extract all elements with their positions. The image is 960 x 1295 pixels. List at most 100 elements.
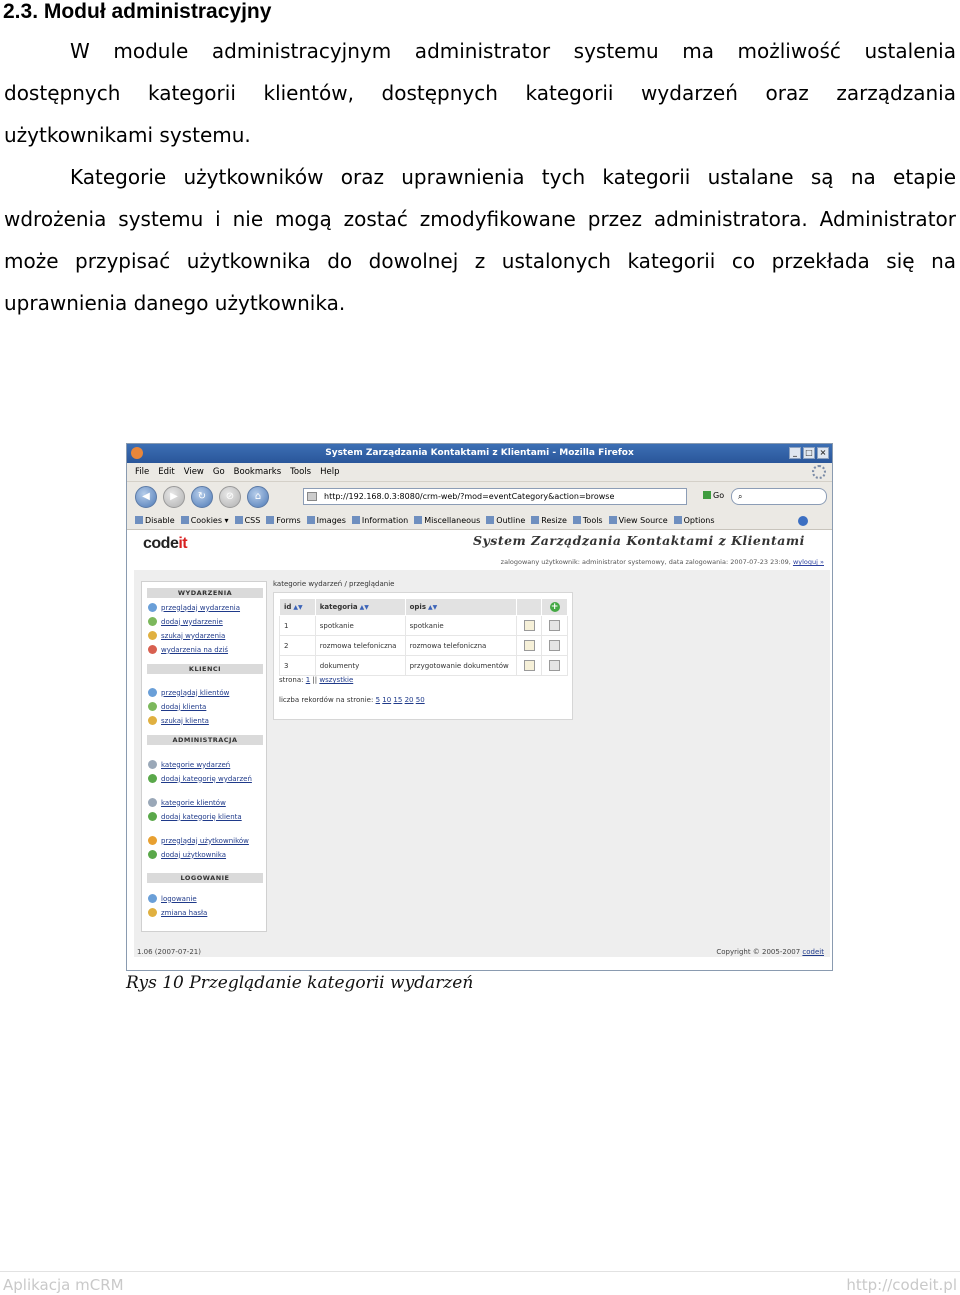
limit-option-50[interactable]: 50 (416, 696, 425, 704)
sidebar-item-przegladaj-klientow[interactable]: przeglądaj klientów (148, 688, 229, 697)
menu-tools[interactable]: Tools (290, 467, 311, 477)
devbar-tools[interactable]: Tools (572, 516, 603, 525)
footer-url: http://codeit.pl (846, 1276, 957, 1294)
key-icon (148, 908, 157, 917)
web-developer-toolbar: Disable Cookies ▾ CSS Forms Images Infor… (127, 512, 832, 530)
menu-go[interactable]: Go (213, 467, 225, 477)
figure-caption: Rys 10 Przeglądanie kategorii wydarzeń (126, 973, 474, 993)
sidebar-item-dodaj-uzytkownika[interactable]: dodaj użytkownika (148, 850, 226, 859)
login-icon (148, 894, 157, 903)
devbar-disable[interactable]: Disable (135, 516, 175, 525)
page-link-1[interactable]: 1 (306, 676, 310, 684)
users-icon (148, 836, 157, 845)
footer-app-name: Aplikacja mCRM (3, 1276, 124, 1294)
search-input[interactable]: ⌕ (731, 488, 827, 505)
codeit-logo: codeit (143, 535, 188, 552)
paragraph-admin-module: W module administracyjnym administrator … (4, 39, 956, 147)
menu-file[interactable]: File (135, 467, 149, 477)
edit-icon[interactable] (523, 640, 535, 651)
sidebar-section-administracja: ADMINISTRACJA (147, 735, 263, 745)
window-titlebar: System Zarządzania Kontaktami z Klientam… (127, 444, 832, 463)
sidebar-item-szukaj-wydarzenia[interactable]: szukaj wydarzenia (148, 631, 225, 640)
limit-option-5[interactable]: 5 (376, 696, 380, 704)
delete-icon[interactable] (549, 660, 561, 671)
devbar-css[interactable]: CSS (234, 516, 260, 525)
limit-option-10[interactable]: 10 (382, 696, 391, 704)
maximize-button[interactable]: □ (803, 447, 815, 459)
forward-button[interactable]: ▶ (163, 486, 185, 508)
delete-icon[interactable] (549, 640, 561, 651)
copyright: Copyright © 2005-2007 codeit (716, 948, 824, 956)
sidebar-item-przegladaj-wydarzenia[interactable]: przeglądaj wydarzenia (148, 603, 240, 612)
devbar-information[interactable]: Information (351, 516, 408, 525)
sidebar-item-dodaj-wydarzenie[interactable]: dodaj wydarzenie (148, 617, 223, 626)
edit-icon[interactable] (523, 620, 535, 631)
logout-link[interactable]: wyloguj » (793, 558, 824, 566)
sidebar-section-wydarzenia: WYDARZENIA (147, 588, 263, 598)
sidebar-item-kategorie-wydarzen[interactable]: kategorie wydarzeń (148, 760, 230, 769)
devbar-options[interactable]: Options (673, 516, 715, 525)
sidebar-item-szukaj-klienta[interactable]: szukaj klienta (148, 716, 209, 725)
add-category-icon (148, 774, 157, 783)
sidebar-section-logowanie: LOGOWANIE (147, 873, 263, 883)
page-link-all[interactable]: wszystkie (319, 676, 353, 684)
home-button[interactable]: ⌂ (247, 486, 269, 508)
devbar-cookies[interactable]: Cookies ▾ (180, 516, 229, 525)
codeit-link[interactable]: codeit (802, 948, 824, 956)
navigation-toolbar: ◀ ▶ ↻ ⊘ ⌂ http://192.168.0.3:8080/crm-we… (127, 482, 832, 512)
go-button[interactable]: Go (703, 491, 724, 500)
close-button[interactable]: × (817, 447, 829, 459)
menu-bookmarks[interactable]: Bookmarks (234, 467, 282, 477)
reload-button[interactable]: ↻ (191, 486, 213, 508)
add-user-icon (148, 850, 157, 859)
sidebar-item-kategorie-klientow[interactable]: kategorie klientów (148, 798, 226, 807)
paragraph-user-categories: Kategorie użytkowników oraz uprawnienia … (4, 165, 956, 315)
edit-icon[interactable] (523, 660, 535, 671)
users-icon (148, 688, 157, 697)
pagination: strona: 1 || wszystkie (279, 676, 354, 684)
sidebar-item-dodaj-klienta[interactable]: dodaj klienta (148, 702, 206, 711)
url-text: http://192.168.0.3:8080/crm-web/?mod=eve… (324, 492, 615, 501)
devbar-resize[interactable]: Resize (531, 516, 567, 525)
records-per-page: liczba rekordów na stronie: 5 10 15 20 5… (279, 696, 425, 704)
sidebar: WYDARZENIA przeglądaj wydarzenia dodaj w… (141, 581, 267, 932)
minimize-button[interactable]: _ (789, 447, 801, 459)
devbar-miscellaneous[interactable]: Miscellaneous (414, 516, 480, 525)
devbar-images[interactable]: Images (306, 516, 346, 525)
devbar-view-source[interactable]: View Source (608, 516, 668, 525)
column-header-opis[interactable]: opis ▲▼ (404, 598, 518, 616)
table-header-row: id ▲▼ kategoria ▲▼ opis ▲▼ + (279, 598, 568, 616)
url-input[interactable]: http://192.168.0.3:8080/crm-web/?mod=eve… (303, 488, 687, 505)
devbar-forms[interactable]: Forms (266, 516, 301, 525)
category-icon (148, 760, 157, 769)
menu-help[interactable]: Help (320, 467, 339, 477)
sidebar-item-dodaj-kategorie-wydarzen[interactable]: dodaj kategorię wydarzeń (148, 774, 252, 783)
breadcrumb: kategorie wydarzeń / przeglądanie (273, 580, 395, 588)
add-user-icon (148, 702, 157, 711)
menu-view[interactable]: View (184, 467, 204, 477)
stop-button[interactable]: ⊘ (219, 486, 241, 508)
section-heading: 2.3. Moduł administracyjny (3, 0, 272, 23)
column-header-id[interactable]: id ▲▼ (279, 598, 316, 616)
sort-arrows-icon: ▲▼ (359, 604, 369, 611)
column-header-kategoria[interactable]: kategoria ▲▼ (314, 598, 406, 616)
sort-arrows-icon: ▲▼ (428, 604, 438, 611)
check-icon (798, 516, 808, 526)
sidebar-item-przegladaj-uzytkownikow[interactable]: przeglądaj użytkowników (148, 836, 249, 845)
back-button[interactable]: ◀ (135, 486, 157, 508)
sidebar-item-wydarzenia-na-dzis[interactable]: wydarzenia na dziś (148, 645, 228, 654)
limit-option-15[interactable]: 15 (393, 696, 402, 704)
search-icon (148, 631, 157, 640)
add-category-icon[interactable]: + (549, 602, 560, 612)
web-page: codeit System Zarządzania Kontaktami z K… (127, 530, 832, 970)
sidebar-item-dodaj-kategorie-klienta[interactable]: dodaj kategorię klienta (148, 812, 242, 821)
menu-edit[interactable]: Edit (158, 467, 174, 477)
delete-icon[interactable] (549, 620, 561, 631)
sidebar-item-zmiana-hasla[interactable]: zmiana hasła (148, 908, 207, 917)
devbar-outline[interactable]: Outline (486, 516, 525, 525)
add-icon (148, 617, 157, 626)
app-title: System Zarządzania Kontaktami z Klientam… (473, 533, 805, 548)
search-icon (148, 716, 157, 725)
limit-option-20[interactable]: 20 (405, 696, 414, 704)
sidebar-item-logowanie[interactable]: logowanie (148, 894, 197, 903)
